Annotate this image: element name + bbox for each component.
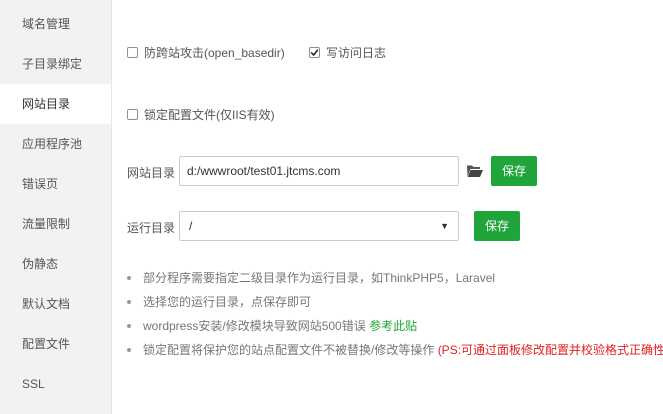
site-directory-panel: 防跨站攻击(open_basedir) 写访问日志 锁定配置文件(仅IIS有效)… (112, 0, 663, 414)
list-item: 锁定配置将保护您的站点配置文件不被替换/修改等操作 (PS:可通过面板修改配置并… (126, 338, 663, 362)
open-basedir-label: 防跨站攻击(open_basedir) (144, 46, 285, 60)
list-item: wordpress安装/修改模块导致网站500错误 参考此贴 (126, 314, 663, 338)
run-dir-select[interactable]: / ▼ (179, 211, 459, 241)
sidebar-item-error-page[interactable]: 错误页 (0, 164, 111, 204)
lock-config-label: 锁定配置文件(仅IIS有效) (144, 108, 275, 122)
reference-post-link[interactable]: 参考此贴 (369, 319, 417, 333)
open-basedir-option[interactable]: 防跨站攻击(open_basedir) (127, 44, 285, 61)
warning-note: (PS:可通过面板修改配置并校验格式正确性 (437, 343, 663, 357)
sidebar-item-traffic-limit[interactable]: 流量限制 (0, 204, 111, 244)
sidebar-item-domain[interactable]: 域名管理 (0, 4, 111, 44)
sidebar-item-app-pool[interactable]: 应用程序池 (0, 124, 111, 164)
bullet-icon (127, 276, 131, 280)
run-dir-save-button[interactable]: 保存 (474, 211, 520, 241)
bullet-icon (127, 348, 131, 352)
sidebar-item-site-directory[interactable]: 网站目录 (0, 84, 111, 124)
lock-config-checkbox[interactable] (127, 109, 138, 120)
list-item: 选择您的运行目录，点保存即可 (126, 290, 663, 314)
sidebar-item-config-file[interactable]: 配置文件 (0, 324, 111, 364)
site-dir-label: 网站目录 (127, 166, 176, 180)
list-item: 部分程序需要指定二级目录作为运行目录，如ThinkPHP5，Laravel (126, 266, 663, 290)
lock-config-option[interactable]: 锁定配置文件(仅IIS有效) (127, 106, 275, 123)
run-dir-label: 运行目录 (127, 221, 176, 235)
site-dir-input[interactable]: d:/wwwroot/test01.jtcms.com (179, 156, 459, 186)
sidebar-item-subdirectory-binding[interactable]: 子目录绑定 (0, 44, 111, 84)
settings-sidebar: 域名管理 子目录绑定 网站目录 应用程序池 错误页 流量限制 伪静态 默认文档 … (0, 0, 112, 414)
folder-open-icon[interactable] (466, 164, 484, 178)
access-log-checkbox[interactable] (309, 47, 320, 58)
open-basedir-checkbox[interactable] (127, 47, 138, 58)
caret-down-icon: ▼ (440, 221, 449, 231)
sidebar-item-rewrite[interactable]: 伪静态 (0, 244, 111, 284)
access-log-option[interactable]: 写访问日志 (309, 44, 386, 61)
bullet-icon (127, 324, 131, 328)
run-dir-selected-value: / (189, 219, 193, 233)
checkmark-icon (310, 49, 319, 57)
access-log-label: 写访问日志 (326, 46, 387, 60)
sidebar-item-ssl[interactable]: SSL (0, 364, 111, 404)
sidebar-item-default-document[interactable]: 默认文档 (0, 284, 111, 324)
site-dir-save-button[interactable]: 保存 (491, 156, 537, 186)
help-tips-list: 部分程序需要指定二级目录作为运行目录，如ThinkPHP5，Laravel 选择… (126, 266, 663, 362)
bullet-icon (127, 300, 131, 304)
